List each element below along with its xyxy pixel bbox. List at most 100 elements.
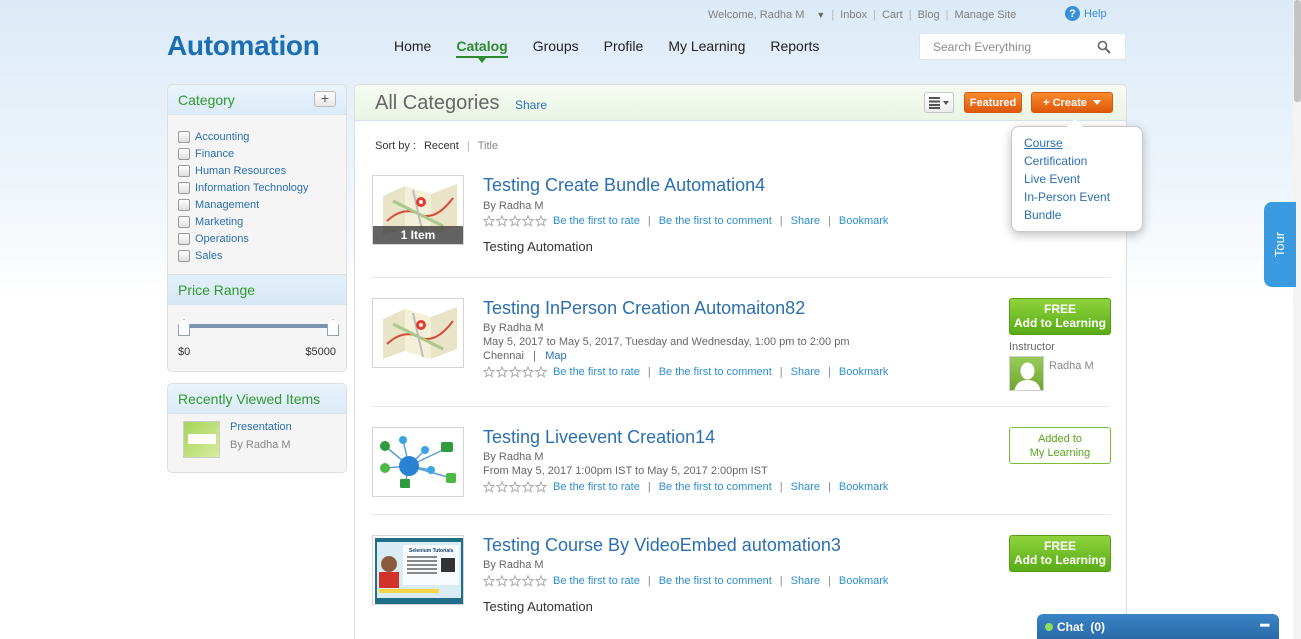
nav-home[interactable]: Home: [394, 38, 431, 58]
star-icon: [483, 366, 495, 378]
category-checkbox[interactable]: [178, 249, 190, 262]
divider: [372, 277, 1110, 278]
create-menu-in-person-event[interactable]: In-Person Event: [1024, 190, 1142, 208]
item-author: By Radha M: [483, 559, 544, 571]
rate-link[interactable]: Be the first to rate: [553, 366, 640, 378]
category-checkbox[interactable]: [178, 181, 190, 194]
star-icon: [522, 215, 534, 227]
comment-link[interactable]: Be the first to comment: [659, 481, 772, 493]
category-item[interactable]: Operations: [178, 230, 346, 247]
create-menu-course[interactable]: Course: [1024, 136, 1142, 154]
share-link[interactable]: Share: [791, 481, 820, 493]
create-button[interactable]: + Create: [1031, 92, 1113, 113]
create-menu-bundle[interactable]: Bundle: [1024, 208, 1142, 226]
comment-link[interactable]: Be the first to comment: [659, 575, 772, 587]
star-rating[interactable]: [483, 481, 547, 493]
featured-button[interactable]: Featured: [964, 92, 1022, 113]
rate-link[interactable]: Be the first to rate: [553, 575, 640, 587]
minimize-icon[interactable]: ━: [1261, 617, 1269, 634]
item-thumbnail[interactable]: [372, 427, 464, 497]
bookmark-link[interactable]: Bookmark: [839, 481, 889, 493]
view-toggle-button[interactable]: [924, 92, 954, 113]
chat-bar[interactable]: Chat (0) ━: [1037, 614, 1279, 639]
instructor-name[interactable]: Radha M: [1049, 360, 1094, 372]
category-item[interactable]: Human Resources: [178, 162, 346, 179]
comment-link[interactable]: Be the first to comment: [659, 366, 772, 378]
create-menu-certification[interactable]: Certification: [1024, 154, 1142, 172]
site-logo[interactable]: Automation: [167, 30, 320, 62]
price-slider-track[interactable]: [184, 324, 333, 328]
item-title[interactable]: Testing Create Bundle Automation4: [483, 175, 765, 196]
instructor-avatar[interactable]: [1009, 356, 1044, 391]
added-to-learning-button[interactable]: Added to My Learning: [1009, 427, 1111, 464]
bookmark-link[interactable]: Bookmark: [839, 366, 889, 378]
cart-link[interactable]: Cart: [876, 9, 909, 21]
category-item[interactable]: Information Technology: [178, 179, 346, 196]
expand-category-button[interactable]: +: [314, 91, 336, 107]
category-item[interactable]: Sales: [178, 247, 346, 264]
recently-viewed-panel: Recently Viewed Items Presentation By Ra…: [167, 383, 347, 473]
inbox-link[interactable]: Inbox: [834, 9, 873, 21]
search-icon[interactable]: [1097, 40, 1111, 54]
item-description: Testing Automation: [483, 239, 593, 254]
item-thumbnail[interactable]: [372, 298, 464, 368]
welcome-user[interactable]: Welcome, Radha M: [702, 9, 810, 21]
item-author: By Radha M: [483, 451, 544, 463]
price-max-handle[interactable]: [327, 319, 339, 336]
nav-profile[interactable]: Profile: [604, 38, 644, 58]
category-item[interactable]: Finance: [178, 145, 346, 162]
share-link[interactable]: Share: [791, 366, 820, 378]
category-checkbox[interactable]: [178, 215, 190, 228]
bookmark-link[interactable]: Bookmark: [839, 575, 889, 587]
sort-title[interactable]: Title: [478, 140, 498, 152]
manage-site-link[interactable]: Manage Site: [948, 9, 1022, 21]
create-menu-live-event[interactable]: Live Event: [1024, 172, 1142, 190]
item-title[interactable]: Testing InPerson Creation Automaiton82: [483, 298, 805, 319]
category-checkbox[interactable]: [178, 198, 190, 211]
item-thumbnail[interactable]: 1 Item: [372, 175, 464, 245]
nav-catalog[interactable]: Catalog: [456, 38, 508, 63]
rate-link[interactable]: Be the first to rate: [553, 215, 640, 227]
recent-item-link[interactable]: Presentation: [230, 421, 292, 433]
chevron-down-icon[interactable]: ▼: [816, 10, 825, 20]
blog-link[interactable]: Blog: [912, 9, 946, 21]
price-min-handle[interactable]: [178, 319, 190, 336]
recent-item-thumbnail[interactable]: [183, 421, 220, 458]
category-checkbox[interactable]: [178, 147, 190, 160]
item-title[interactable]: Testing Course By VideoEmbed automation3: [483, 535, 841, 556]
category-checkbox[interactable]: [178, 164, 190, 177]
search-input[interactable]: [920, 39, 1090, 54]
share-category-link[interactable]: Share: [515, 98, 547, 112]
nav-my-learning[interactable]: My Learning: [668, 38, 745, 58]
star-icon: [483, 575, 495, 587]
share-link[interactable]: Share: [791, 215, 820, 227]
help-link[interactable]: ? Help: [1065, 6, 1107, 21]
star-rating[interactable]: [483, 366, 547, 378]
item-rating-bar: Be the first to rate | Be the first to c…: [483, 215, 888, 227]
star-rating[interactable]: [483, 575, 547, 587]
tour-tab[interactable]: Tour: [1264, 202, 1296, 287]
page-scrollbar-thumb[interactable]: [1294, 0, 1301, 102]
category-checkbox[interactable]: [178, 130, 190, 143]
category-item[interactable]: Marketing: [178, 213, 346, 230]
star-rating[interactable]: [483, 215, 547, 227]
nav-groups[interactable]: Groups: [533, 38, 579, 58]
comment-link[interactable]: Be the first to comment: [659, 215, 772, 227]
category-checkbox[interactable]: [178, 232, 190, 245]
item-thumbnail[interactable]: Selenium Tutorials: [372, 535, 464, 605]
category-item[interactable]: Management: [178, 196, 346, 213]
star-icon: [535, 575, 547, 587]
map-link[interactable]: Map: [545, 350, 566, 362]
sort-recent[interactable]: Recent: [424, 140, 459, 152]
item-title[interactable]: Testing Liveevent Creation14: [483, 427, 715, 448]
bookmark-link[interactable]: Bookmark: [839, 215, 889, 227]
nav-reports[interactable]: Reports: [770, 38, 819, 58]
add-to-learning-button[interactable]: FREE Add to Learning: [1009, 535, 1111, 572]
add-to-learning-button[interactable]: FREE Add to Learning: [1009, 298, 1111, 335]
star-icon: [483, 215, 495, 227]
share-link[interactable]: Share: [791, 575, 820, 587]
category-item[interactable]: Accounting: [178, 128, 346, 145]
star-icon: [522, 575, 534, 587]
rate-link[interactable]: Be the first to rate: [553, 481, 640, 493]
star-icon: [535, 481, 547, 493]
